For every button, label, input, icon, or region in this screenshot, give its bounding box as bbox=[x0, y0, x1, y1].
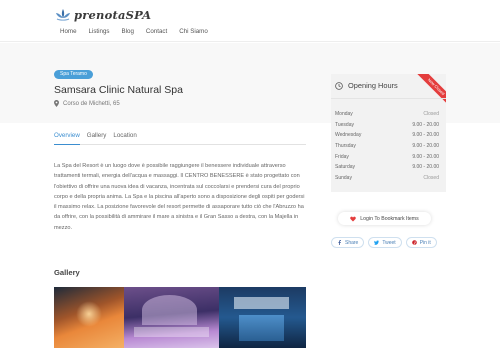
hours-row-tuesday: Tuesday 9.00 - 20.00 bbox=[335, 120, 439, 130]
clock-icon bbox=[335, 81, 343, 90]
time-value: 9.00 - 20.00 bbox=[412, 143, 439, 149]
day-label: Monday bbox=[335, 111, 353, 117]
bookmark-button[interactable]: Login To Bookmark Items bbox=[338, 212, 431, 225]
opening-hours-header: Opening Hours bbox=[335, 81, 398, 90]
listing-address: Corso de Michetti, 65 bbox=[54, 100, 120, 107]
hours-row-sunday: Sunday Closed bbox=[335, 173, 439, 183]
nav-home[interactable]: Home bbox=[54, 27, 83, 36]
status-ribbon: Now Closed bbox=[414, 74, 446, 109]
gallery-heading: Gallery bbox=[54, 268, 80, 277]
time-value: 9.00 - 20.00 bbox=[412, 154, 439, 160]
time-value: Closed bbox=[423, 111, 439, 117]
day-label: Tuesday bbox=[335, 122, 354, 128]
listing-title: Samsara Clinic Natural Spa bbox=[54, 84, 183, 96]
gallery-photos bbox=[54, 287, 306, 348]
pin-label: Pin it bbox=[419, 239, 431, 246]
site-logo[interactable]: prenotaSPA bbox=[55, 7, 151, 23]
opening-hours-title: Opening Hours bbox=[348, 81, 398, 90]
day-label: Sunday bbox=[335, 175, 352, 181]
day-label: Friday bbox=[335, 154, 349, 160]
time-value: 9.00 - 20.00 bbox=[412, 164, 439, 170]
twitter-icon bbox=[374, 240, 380, 245]
address-text: Corso de Michetti, 65 bbox=[63, 100, 120, 107]
hours-row-saturday: Saturday 9.00 - 20.00 bbox=[335, 162, 439, 172]
site-header: prenotaSPA Home Listings Blog Contact Ch… bbox=[0, 0, 500, 42]
hours-row-wednesday: Wednesday 9.00 - 20.00 bbox=[335, 130, 439, 140]
listing-tabs: Overview Gallery Location bbox=[54, 128, 306, 145]
twitter-share-button[interactable]: Tweet bbox=[368, 237, 402, 248]
tab-gallery[interactable]: Gallery bbox=[87, 128, 107, 145]
day-label: Saturday bbox=[335, 164, 356, 170]
share-label: Share bbox=[345, 239, 359, 246]
share-buttons: Share Tweet Pin it bbox=[331, 237, 441, 248]
pinterest-share-button[interactable]: Pin it bbox=[405, 237, 437, 248]
heart-icon bbox=[350, 216, 357, 221]
time-value: Closed bbox=[423, 175, 439, 181]
tab-overview[interactable]: Overview bbox=[54, 128, 80, 145]
hours-row-thursday: Thursday 9.00 - 20.00 bbox=[335, 141, 439, 151]
hours-row-friday: Friday 9.00 - 20.00 bbox=[335, 152, 439, 162]
pinterest-icon bbox=[411, 240, 417, 245]
bookmark-label: Login To Bookmark Items bbox=[360, 215, 419, 222]
category-tag[interactable]: Spa Teramo bbox=[54, 70, 93, 79]
facebook-share-button[interactable]: Share bbox=[331, 237, 365, 248]
nav-listings[interactable]: Listings bbox=[83, 27, 116, 36]
facebook-icon bbox=[338, 240, 341, 245]
gallery-photo[interactable] bbox=[219, 287, 306, 348]
logo-text: prenotaSPA bbox=[74, 8, 152, 22]
hours-row-monday: Monday Closed bbox=[335, 109, 439, 119]
tweet-label: Tweet bbox=[382, 239, 396, 246]
day-label: Thursday bbox=[335, 143, 356, 149]
nav-chi-siamo[interactable]: Chi Siamo bbox=[173, 27, 214, 36]
nav-blog[interactable]: Blog bbox=[116, 27, 140, 36]
main-nav: Home Listings Blog Contact Chi Siamo bbox=[54, 27, 214, 36]
nav-contact[interactable]: Contact bbox=[140, 27, 173, 36]
day-label: Wednesday bbox=[335, 132, 362, 138]
gallery-photo[interactable] bbox=[124, 287, 219, 348]
gallery-photo[interactable] bbox=[54, 287, 124, 348]
lotus-logo-icon bbox=[56, 9, 70, 21]
hours-divider bbox=[331, 98, 446, 99]
time-value: 9.00 - 20.00 bbox=[412, 132, 439, 138]
time-value: 9.00 - 20.00 bbox=[412, 122, 439, 128]
opening-hours-panel: Now Closed Opening Hours Monday Closed T… bbox=[331, 74, 446, 192]
map-pin-icon bbox=[54, 100, 59, 107]
tab-location[interactable]: Location bbox=[113, 128, 136, 145]
listing-description: La Spa del Resort è un luogo dove è poss… bbox=[54, 163, 305, 231]
